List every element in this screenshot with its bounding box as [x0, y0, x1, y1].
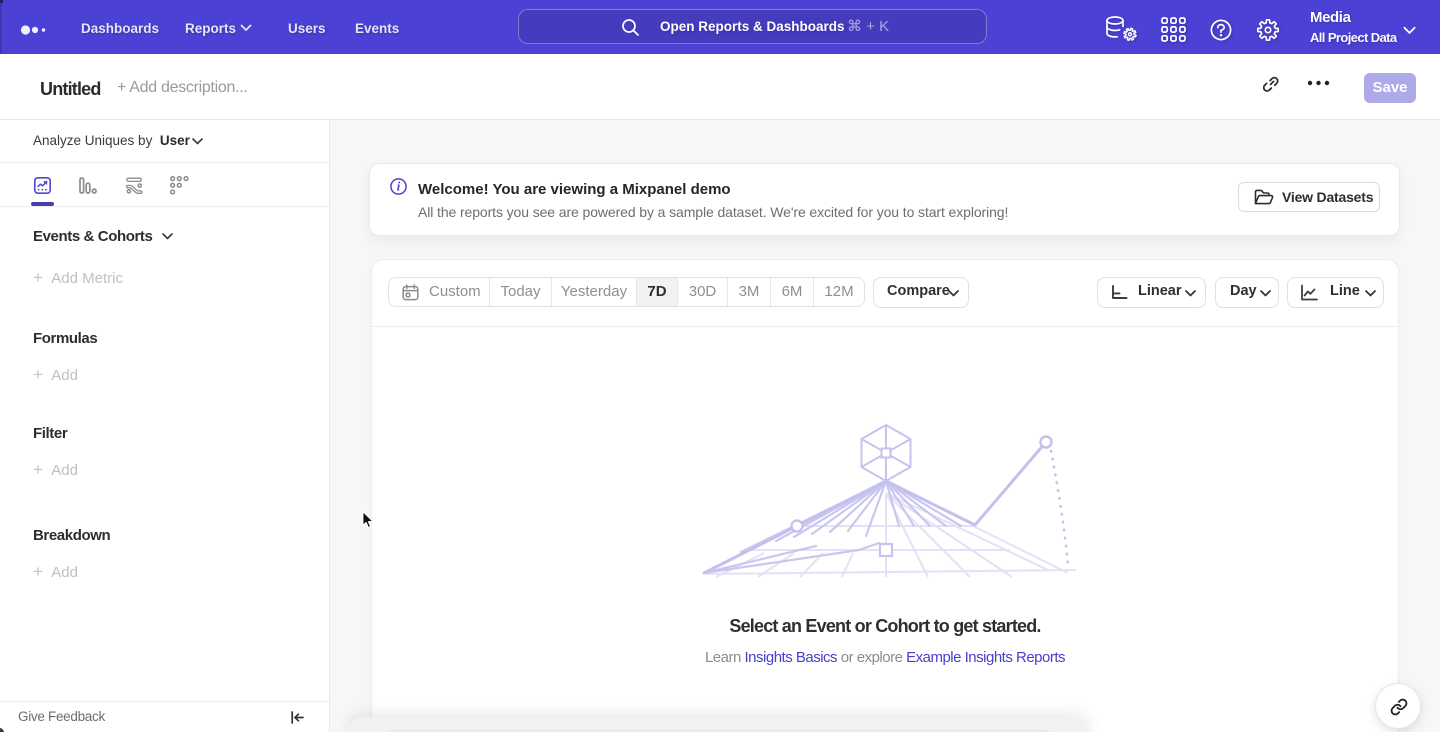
svg-text:i: i: [397, 180, 401, 194]
